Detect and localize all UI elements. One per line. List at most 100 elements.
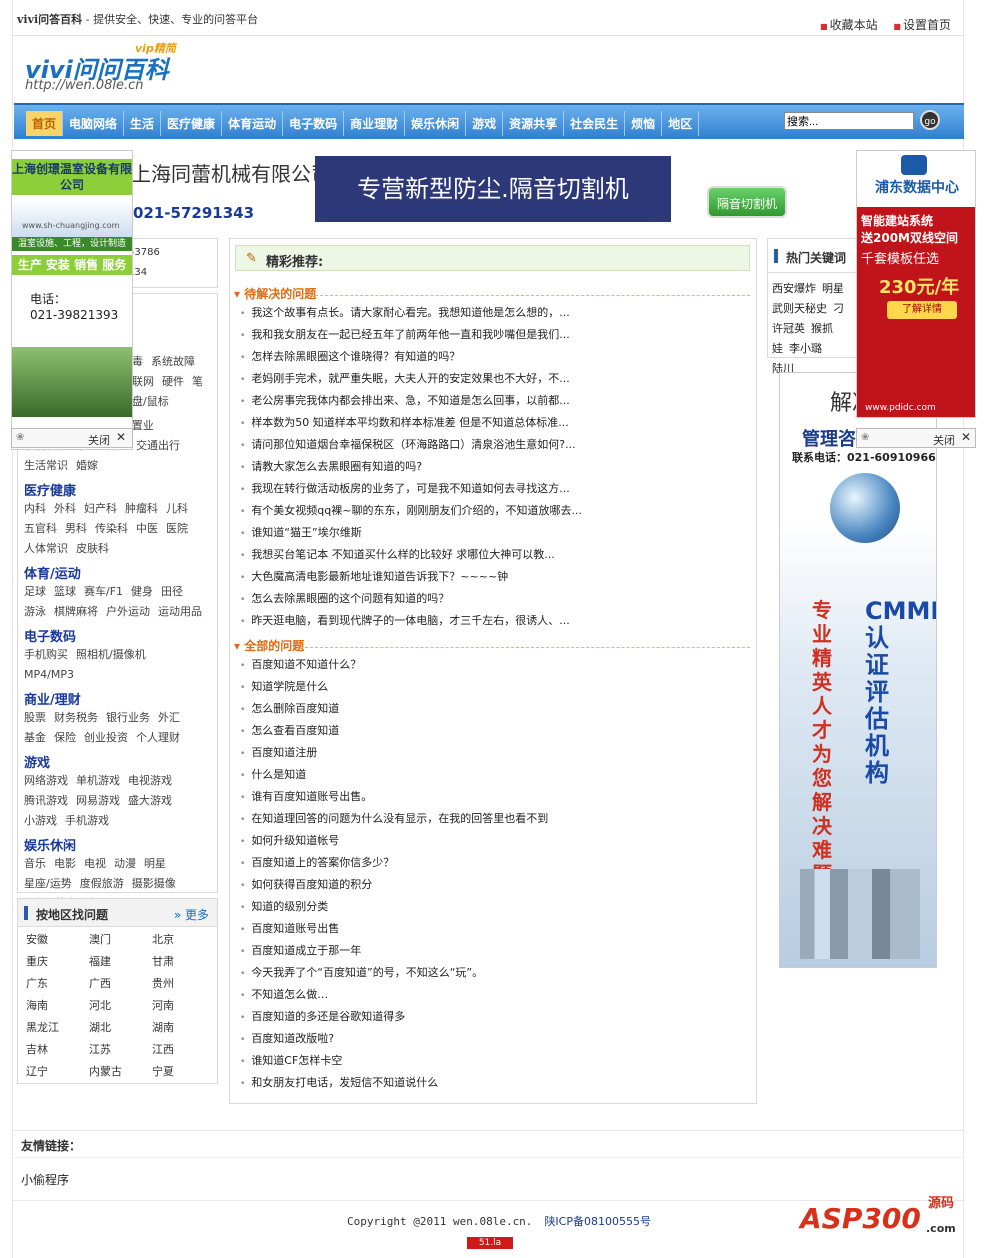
category-link[interactable]: 音乐 [24, 857, 46, 870]
category-link[interactable]: 传染科 [95, 522, 128, 535]
ad-vertical[interactable]: 解决 管理咨 联系电话：021-60910966 专业精英人才 为您解决难题 C… [779, 372, 937, 968]
site-name[interactable]: vivi问答百科 [17, 13, 82, 26]
question-link[interactable]: 怎么去除黑眼圈的这个问题有知道的吗？ [236, 588, 746, 610]
category-link[interactable]: 妇产科 [84, 502, 117, 515]
region-link[interactable]: 黑龙江 [26, 1017, 89, 1039]
region-link[interactable]: 江西 [152, 1039, 215, 1061]
pending-section-title[interactable]: ▾ 待解决的问题 [234, 285, 316, 302]
category-link[interactable]: 财务税务 [54, 711, 98, 724]
category-link[interactable]: MP4/MP3 [24, 668, 74, 681]
floating-ad-right[interactable]: 浦东数据中心 智能建站系统 送200M双线空间 千套模板任选 230元/年 了解详… [856, 150, 976, 418]
category-link[interactable]: 肿瘤科 [125, 502, 158, 515]
category-link[interactable]: 毒 [132, 355, 143, 368]
category-link[interactable]: 系统故障 [151, 355, 195, 368]
nav-item[interactable]: 商业理财 [344, 111, 406, 136]
category-link[interactable]: 个人理财 [136, 731, 180, 744]
category-link[interactable]: 股票 [24, 711, 46, 724]
category-title[interactable]: 体育/运动 [24, 563, 211, 582]
category-link[interactable]: 游泳 [24, 605, 46, 618]
category-link[interactable]: 盘/鼠标 [132, 395, 169, 408]
region-link[interactable]: 宁夏 [152, 1061, 215, 1083]
question-link[interactable]: 大色魔高清电影最新地址谁知道告诉我下？~~~~钟 [236, 566, 746, 588]
hot-keyword[interactable]: 猴抓 [811, 322, 833, 335]
sethome-link[interactable]: ■ 设置首页 [893, 18, 951, 32]
category-link[interactable]: 腾讯游戏 [24, 794, 68, 807]
floating-ad-left[interactable]: 上海创璟温室设备有限公司 www.sh-chuangjing.com 温室设施、… [11, 150, 133, 450]
question-link[interactable]: 百度知道改版啦? [236, 1028, 746, 1050]
region-link[interactable]: 吉林 [26, 1039, 89, 1061]
region-link[interactable]: 湖北 [89, 1017, 152, 1039]
question-link[interactable]: 怎么删除百度知道 [236, 698, 746, 720]
category-link[interactable]: 网络游戏 [24, 774, 68, 787]
search-go-button[interactable]: go [920, 110, 940, 130]
question-link[interactable]: 有个美女视频qq裸~聊的东东，刚刚朋友们介绍的，不知道放哪去... [236, 500, 746, 522]
category-link[interactable]: 田径 [161, 585, 183, 598]
sethome-label[interactable]: 设置首页 [903, 18, 951, 32]
pending-title-label[interactable]: 待解决的问题 [244, 287, 316, 301]
category-title[interactable]: 电子数码 [24, 626, 211, 645]
question-link[interactable]: 我和我女朋友在一起已经五年了前两年他一直和我吵嘴但是我们... [236, 324, 746, 346]
category-link[interactable]: 外汇 [158, 711, 180, 724]
region-link[interactable]: 广西 [89, 973, 152, 995]
category-link[interactable]: 手机购买 [24, 648, 68, 661]
category-link[interactable]: 明星 [144, 857, 166, 870]
category-link[interactable]: 保险 [54, 731, 76, 744]
question-link[interactable]: 知道学院是什么 [236, 676, 746, 698]
bookmark-label[interactable]: 收藏本站 [830, 18, 878, 32]
question-link[interactable]: 请教大家怎么去黑眼圈有知道的吗? [236, 456, 746, 478]
question-link[interactable]: 百度知道上的答案你信多少？ [236, 852, 746, 874]
category-link[interactable]: 五官科 [24, 522, 57, 535]
question-link[interactable]: 百度知道账号出售 [236, 918, 746, 940]
question-link[interactable]: 谁知道CF怎样卡空 [236, 1050, 746, 1072]
category-link[interactable]: 健身 [131, 585, 153, 598]
question-link[interactable]: 百度知道的多还是谷歌知道得多 [236, 1006, 746, 1028]
hot-keyword[interactable]: 西安爆炸 [772, 282, 816, 295]
region-link[interactable]: 辽宁 [26, 1061, 89, 1083]
all-title-label[interactable]: 全部的问题 [244, 639, 304, 653]
region-link[interactable]: 海南 [26, 995, 89, 1017]
question-link[interactable]: 如何获得百度知道的积分 [236, 874, 746, 896]
region-link[interactable]: 安徽 [26, 929, 89, 951]
question-link[interactable]: 不知道怎么做… [236, 984, 746, 1006]
category-link[interactable]: 儿科 [166, 502, 188, 515]
nav-item[interactable]: 地区 [662, 111, 700, 136]
category-link[interactable]: 笔 [192, 375, 203, 388]
question-link[interactable]: 在知道理回答的问题为什么没有显示，在我的回答里也看不到 [236, 808, 746, 830]
question-link[interactable]: 今天我弄了个“百度知道”的号，不知这么“玩”。 [236, 962, 746, 984]
category-link[interactable]: 电视游戏 [128, 774, 172, 787]
nav-item[interactable]: 体育运动 [222, 111, 284, 136]
question-link[interactable]: 知道的级别分类 [236, 896, 746, 918]
nav-item[interactable]: 电子数码 [283, 111, 345, 136]
category-link[interactable]: 内科 [24, 502, 46, 515]
nav-item[interactable]: 游戏 [466, 111, 504, 136]
category-link[interactable]: 银行业务 [106, 711, 150, 724]
region-link[interactable]: 甘肃 [152, 951, 215, 973]
banner-button[interactable]: 隔音切割机 [707, 186, 787, 218]
icp-link[interactable]: 陕ICP备08100555号 [544, 1215, 651, 1228]
close-icon[interactable]: ✕ [116, 430, 126, 444]
category-link[interactable]: 创业投资 [84, 731, 128, 744]
question-link[interactable]: 谁知道“猫王”埃尔维斯 [236, 522, 746, 544]
hot-keyword[interactable]: 娃 [772, 342, 783, 355]
category-link[interactable]: 手机游戏 [65, 814, 109, 827]
site-logo[interactable]: vip精简 vivi问问百科 http://wen.08le.cn [25, 40, 185, 95]
region-link[interactable]: 河南 [152, 995, 215, 1017]
hot-keyword[interactable]: 许冠英 [772, 322, 805, 335]
nav-item[interactable]: 娱乐休闲 [405, 111, 467, 136]
nav-item[interactable]: 社会民生 [564, 111, 626, 136]
category-link[interactable]: 棋牌麻将 [54, 605, 98, 618]
category-title[interactable]: 医疗健康 [24, 480, 211, 499]
category-title[interactable]: 游戏 [24, 752, 211, 771]
region-link[interactable]: 北京 [152, 929, 215, 951]
region-link[interactable]: 广东 [26, 973, 89, 995]
category-link[interactable]: 照相机/摄像机 [76, 648, 146, 661]
question-link[interactable]: 昨天逛电脑，看到现代牌子的一体电脑，才三千左右，很诱人、... [236, 610, 746, 632]
question-link[interactable]: 怎么查看百度知道 [236, 720, 746, 742]
question-link[interactable]: 样本数为50 知道样本平均数和样本标准差 但是不知道总体标准... [236, 412, 746, 434]
category-link[interactable]: 运动用品 [158, 605, 202, 618]
float-ad-more-button[interactable]: 了解详情 [887, 301, 957, 319]
close-label[interactable]: 关闭 [933, 432, 955, 448]
category-link[interactable]: 盛大游戏 [128, 794, 172, 807]
category-link[interactable]: 户外运动 [106, 605, 150, 618]
question-link[interactable]: 什么是知道 [236, 764, 746, 786]
